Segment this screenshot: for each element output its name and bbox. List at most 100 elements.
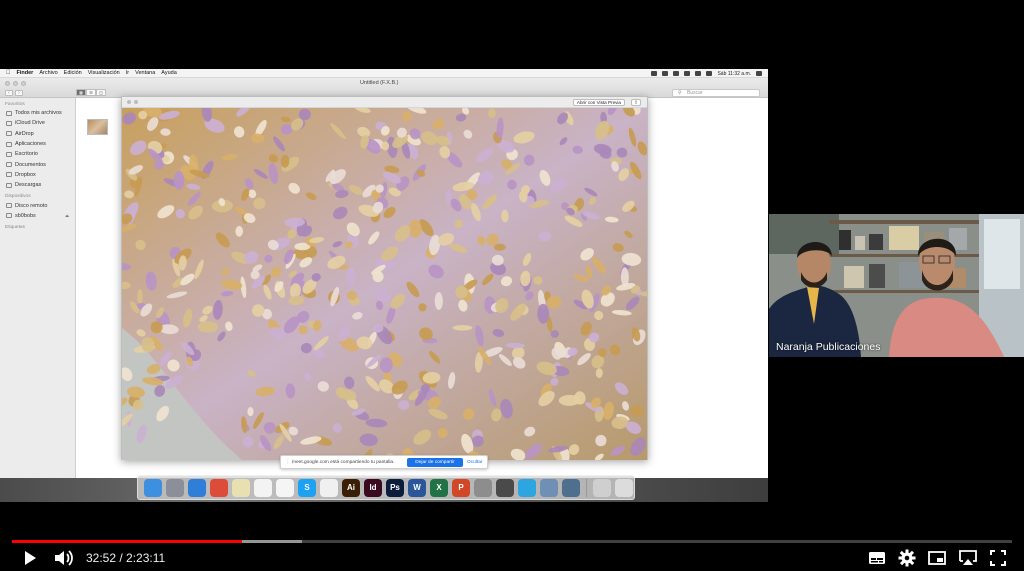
menubar-item: Archivo bbox=[34, 70, 57, 76]
play-icon bbox=[25, 551, 36, 565]
sidebar-item-airdrop: AirDrop bbox=[0, 129, 75, 139]
cast-button[interactable] bbox=[956, 547, 980, 569]
sidebar-item-label: Descargas bbox=[15, 182, 42, 189]
column-view-icon: ◫ bbox=[96, 89, 106, 96]
dock-powerpoint-icon: P bbox=[452, 478, 470, 497]
petals-photo bbox=[122, 108, 647, 460]
sidebar-item-label: Escritorio bbox=[15, 151, 38, 158]
menubar-item: Ventana bbox=[130, 70, 155, 76]
finder-sidebar: Favoritos Todos mis archivos iCloud Driv… bbox=[0, 98, 76, 478]
miniplayer-icon bbox=[928, 551, 946, 565]
dock-notes-icon bbox=[232, 478, 250, 497]
file-thumbnail bbox=[87, 119, 108, 135]
dock-indesign-icon: Id bbox=[364, 478, 382, 497]
sidebar-item-remote-disk: Disco remoto bbox=[0, 200, 75, 210]
view-switcher: ▦ ☰ ◫ bbox=[76, 89, 106, 96]
cloud-icon bbox=[6, 120, 12, 126]
dock-itunes-icon bbox=[320, 478, 338, 497]
sidebar-item-documents: Documentos bbox=[0, 159, 75, 169]
fullscreen-dot-icon bbox=[134, 100, 138, 104]
played-indicator bbox=[12, 540, 242, 543]
screen-share-banner: ⋮⋮ meet.google.com está compartiendo tu … bbox=[280, 455, 488, 469]
sidebar-section-favorites: Favoritos bbox=[5, 102, 25, 107]
dock-separator bbox=[586, 478, 587, 497]
sidebar-item-label: AirDrop bbox=[15, 130, 34, 137]
dock-safari-icon bbox=[188, 478, 206, 497]
petal-shape bbox=[418, 303, 427, 312]
battery-status-icon bbox=[706, 71, 713, 76]
list-view-icon: ☰ bbox=[86, 89, 96, 96]
quicklook-window: Abrir con Vista Previa ⇧ bbox=[121, 96, 648, 460]
finder-nav: ‹ › bbox=[5, 90, 23, 96]
dock-screen-sharing-icon bbox=[562, 478, 580, 497]
dried-petals-image bbox=[122, 108, 647, 460]
sync-status-icon bbox=[662, 71, 669, 76]
video-player[interactable]:  Finder Archivo Edición Visualización I… bbox=[0, 0, 1024, 571]
disk-icon bbox=[6, 203, 12, 209]
close-dot-icon bbox=[5, 81, 10, 86]
sidebar-item-downloads: Descargas bbox=[0, 180, 75, 190]
close-dot-icon bbox=[127, 100, 131, 104]
miniplayer-button[interactable] bbox=[925, 547, 949, 569]
finder-search-placeholder: Buscar bbox=[687, 90, 703, 96]
petal-shape bbox=[197, 321, 219, 333]
participant-video: Naranja Publicaciones bbox=[769, 214, 1024, 357]
sidebar-item-applications: Aplicaciones bbox=[0, 139, 75, 149]
sidebar-item-dropbox: Dropbox bbox=[0, 170, 75, 180]
dock-launchpad-icon bbox=[166, 478, 184, 497]
apple-menu-icon:  bbox=[6, 70, 11, 76]
dock-excel-icon: X bbox=[430, 478, 448, 497]
sidebar-item-drive: sb0bobs ⏏ bbox=[0, 211, 75, 221]
dock-photo-viewer-icon bbox=[496, 478, 514, 497]
stop-sharing-button: Dejar de compartir bbox=[407, 458, 463, 467]
open-with-preview-button: Abrir con Vista Previa bbox=[572, 99, 625, 106]
play-button[interactable] bbox=[18, 547, 42, 569]
finder-toolbar: Untitled (F.X.B.) ‹ › ▦ ☰ ◫ ⚲ Buscar bbox=[0, 78, 768, 98]
mute-button[interactable] bbox=[52, 547, 76, 569]
finder-search-field: ⚲ Buscar bbox=[672, 89, 760, 97]
menubar-item: Ayuda bbox=[156, 70, 177, 76]
dock-textedit-icon bbox=[254, 478, 272, 497]
back-arrow-icon: ‹ bbox=[5, 90, 13, 96]
sidebar-item-label: Dropbox bbox=[15, 171, 36, 178]
sidebar-section-tags: Etiquetas bbox=[5, 224, 26, 230]
dock-trash-icon bbox=[615, 478, 633, 497]
finder-window-title: Untitled (F.X.B.) bbox=[360, 80, 399, 86]
petal-shape bbox=[173, 170, 185, 190]
quicklook-controls bbox=[127, 100, 138, 104]
menubar-item: Visualización bbox=[83, 70, 120, 76]
sidebar-item-label: Todos mis archivos bbox=[15, 110, 62, 117]
applications-icon bbox=[6, 141, 12, 147]
dock-chrome-icon bbox=[210, 478, 228, 497]
subtitles-icon bbox=[869, 552, 885, 564]
participant-name-label: Naranja Publicaciones bbox=[776, 341, 881, 353]
wifi-status-icon bbox=[695, 71, 702, 76]
dock-calendar-icon bbox=[276, 478, 294, 497]
progress-bar[interactable] bbox=[12, 540, 1012, 543]
petal-shape bbox=[434, 292, 443, 310]
sidebar-item-icloud: iCloud Drive bbox=[0, 118, 75, 128]
drive-icon bbox=[6, 213, 12, 219]
documents-icon bbox=[6, 162, 12, 168]
sidebar-item-label: Documentos bbox=[15, 161, 46, 168]
volume-icon bbox=[55, 550, 73, 566]
forward-arrow-icon: › bbox=[15, 90, 23, 96]
window-controls bbox=[5, 81, 26, 86]
dock-skype-icon: S bbox=[298, 478, 316, 497]
dock-photoshop-icon: Ps bbox=[386, 478, 404, 497]
hide-banner-link: Ocultar bbox=[467, 460, 483, 465]
shared-screen:  Finder Archivo Edición Visualización I… bbox=[0, 69, 768, 502]
settings-button[interactable] bbox=[895, 547, 919, 569]
share-icon: ⇧ bbox=[631, 99, 641, 106]
camera-status-icon bbox=[673, 71, 680, 76]
dock-finder-icon bbox=[144, 478, 162, 497]
subtitles-button[interactable] bbox=[865, 547, 889, 569]
icon-view-icon: ▦ bbox=[76, 89, 86, 96]
dock-downloads-stack-icon bbox=[593, 478, 611, 497]
airdrop-icon bbox=[6, 131, 12, 137]
desktop-icon bbox=[6, 151, 12, 157]
dock-telegram-icon bbox=[518, 478, 536, 497]
fullscreen-button[interactable] bbox=[986, 547, 1010, 569]
eject-icon: ⏏ bbox=[65, 213, 69, 219]
petal-shape bbox=[452, 325, 473, 331]
